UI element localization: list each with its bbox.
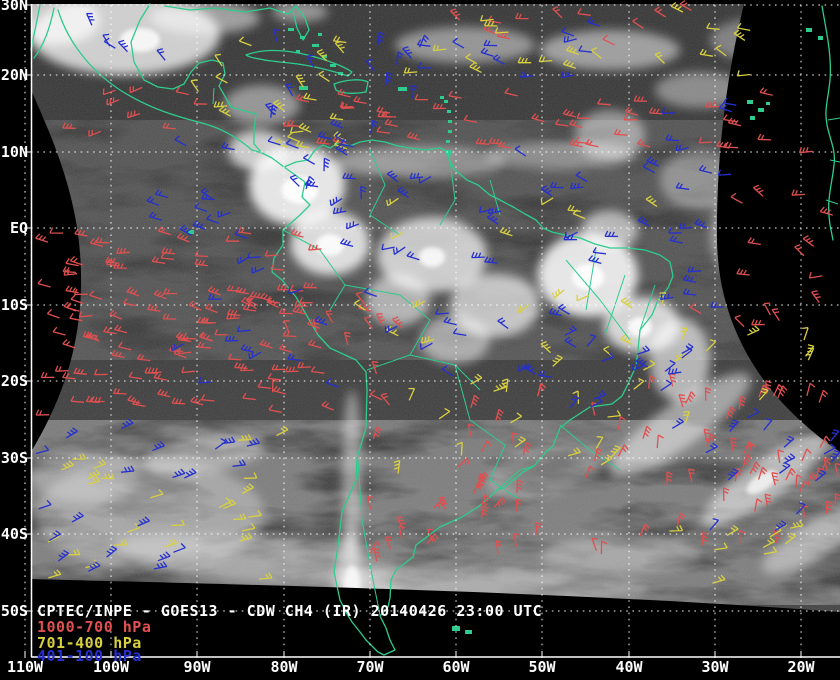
lat-label-50S: 50S <box>1 602 28 620</box>
lat-label-EQ: EQ <box>10 219 28 237</box>
lon-label-90W: 90W <box>183 658 211 676</box>
map-canvas: 30N20N10NEQ10S20S30S40S50S 110W100W90W80… <box>0 0 840 680</box>
top-margin <box>0 0 840 4</box>
legend-item-high: 401-100 hPa <box>37 647 142 665</box>
left-margin <box>0 0 31 680</box>
lon-label-60W: 60W <box>442 658 470 676</box>
lon-label-70W: 70W <box>356 658 384 676</box>
lon-label-40W: 40W <box>615 658 643 676</box>
lat-label-30S: 30S <box>1 449 28 467</box>
lat-label-20S: 20S <box>1 372 28 390</box>
lat-label-10N: 10N <box>1 143 28 161</box>
lon-label-20W: 20W <box>787 658 815 676</box>
lat-label-30N: 30N <box>1 0 28 14</box>
lon-label-80W: 80W <box>270 658 298 676</box>
lat-label-40S: 40S <box>1 525 28 543</box>
lat-label-20N: 20N <box>1 66 28 84</box>
lon-label-50W: 50W <box>528 658 556 676</box>
lat-label-10S: 10S <box>1 296 28 314</box>
lon-label-30W: 30W <box>701 658 729 676</box>
satellite-wind-product: 30N20N10NEQ10S20S30S40S50S 110W100W90W80… <box>0 0 840 680</box>
